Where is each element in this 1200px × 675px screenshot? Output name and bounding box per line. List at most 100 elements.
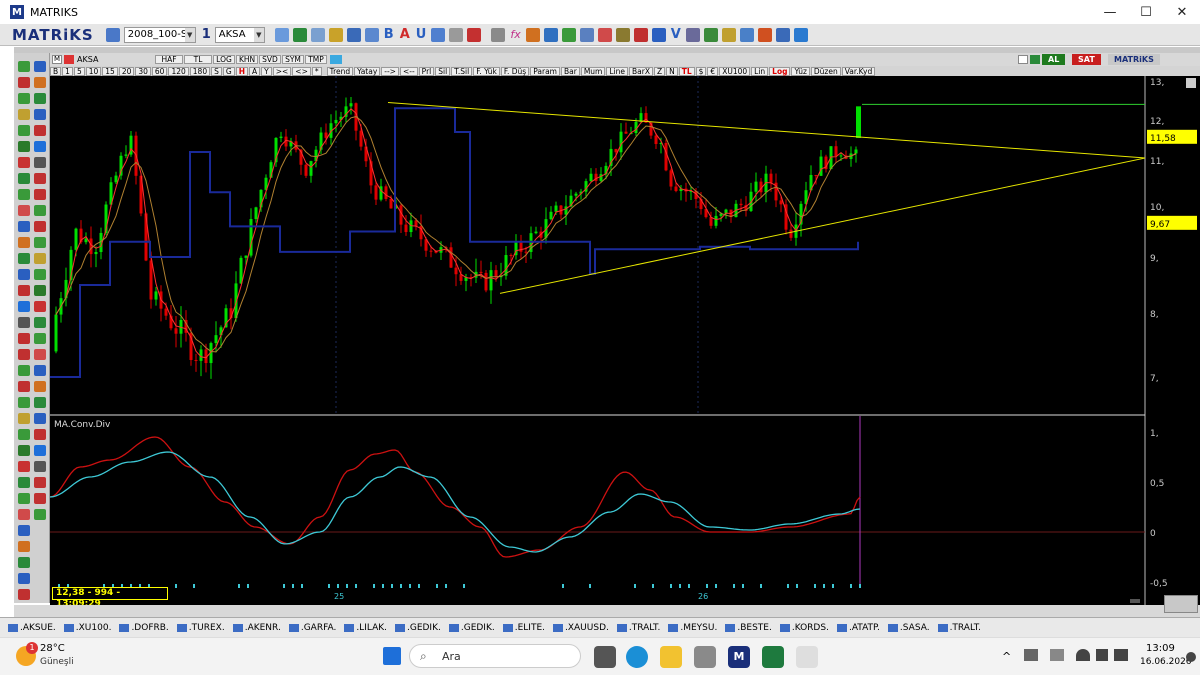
www-icon[interactable] bbox=[449, 27, 464, 42]
sidebar-tool-icon[interactable] bbox=[34, 109, 46, 120]
money-icon[interactable] bbox=[703, 27, 718, 42]
symbol-tab[interactable]: .TRALT. bbox=[937, 623, 981, 633]
twitter-icon[interactable] bbox=[330, 55, 342, 64]
period-14[interactable]: Y bbox=[261, 66, 272, 76]
v-icon[interactable]: V bbox=[671, 27, 681, 42]
notification-icon[interactable] bbox=[1186, 652, 1196, 662]
tmp-button[interactable]: TMP bbox=[305, 55, 327, 64]
excel-app-icon[interactable] bbox=[762, 646, 784, 668]
sidebar-tool-icon[interactable] bbox=[18, 509, 30, 520]
sidebar-tool-icon[interactable] bbox=[34, 141, 46, 152]
tool-1[interactable]: Yatay bbox=[354, 66, 381, 76]
sidebar-tool-icon[interactable] bbox=[34, 205, 46, 216]
tool-21[interactable]: Log bbox=[769, 66, 791, 76]
sidebar-tool-icon[interactable] bbox=[34, 269, 46, 280]
macd-chart[interactable]: MA.Conv.Div 1, 0,5 0 -0,5 25 26 bbox=[50, 416, 1200, 606]
sidebar-tool-icon[interactable] bbox=[34, 189, 46, 200]
sidebar-tool-icon[interactable] bbox=[18, 589, 30, 600]
scroll-handle[interactable] bbox=[1130, 599, 1140, 603]
indicator-icon[interactable] bbox=[491, 27, 506, 42]
fx-icon[interactable]: fx bbox=[510, 28, 520, 41]
sidebar-tool-icon[interactable] bbox=[18, 189, 30, 200]
period-2[interactable]: 5 bbox=[73, 66, 85, 76]
phone-icon[interactable] bbox=[775, 27, 790, 42]
clock-icon[interactable] bbox=[328, 27, 343, 42]
svd-button[interactable]: SVD bbox=[259, 55, 281, 64]
period-7[interactable]: 60 bbox=[151, 66, 168, 76]
sidebar-tool-icon[interactable] bbox=[18, 477, 30, 488]
period-17[interactable]: * bbox=[311, 66, 322, 76]
tool-11[interactable]: Mum bbox=[580, 66, 606, 76]
sidebar-tool-icon[interactable] bbox=[18, 221, 30, 232]
tool-24[interactable]: Var.Kyd bbox=[841, 66, 876, 76]
sidebar-tool-icon[interactable] bbox=[18, 253, 30, 264]
chart-area[interactable]: 13, 12, 11, 10, 9, 8, 7, 11,58 9,67 MA.Conv.Div 1… bbox=[50, 76, 1200, 606]
tool-18[interactable]: € bbox=[707, 66, 719, 76]
tool-16[interactable]: TL bbox=[678, 66, 695, 76]
tool-23[interactable]: Düzen bbox=[810, 66, 841, 76]
sidebar-tool-icon[interactable] bbox=[34, 381, 46, 392]
sidebar-tool-icon[interactable] bbox=[18, 301, 30, 312]
sidebar-tool-icon[interactable] bbox=[18, 317, 30, 328]
layout-icon[interactable] bbox=[105, 27, 120, 42]
sidebar-tool-icon[interactable] bbox=[34, 237, 46, 248]
keyboard-icon[interactable] bbox=[1050, 649, 1064, 661]
chart-app-icon[interactable] bbox=[796, 646, 818, 668]
b-icon[interactable]: B bbox=[384, 27, 394, 42]
sidebar-tool-icon[interactable] bbox=[18, 93, 30, 104]
portfolio-icon[interactable] bbox=[597, 27, 612, 42]
sidebar-tool-icon[interactable] bbox=[18, 173, 30, 184]
tool-8[interactable]: F. Düş bbox=[500, 66, 530, 76]
refresh-icon[interactable] bbox=[310, 27, 325, 42]
sidebar-tool-icon[interactable] bbox=[34, 429, 46, 440]
sidebar-tool-icon[interactable] bbox=[18, 413, 30, 424]
sidebar-tool-icon[interactable] bbox=[34, 221, 46, 232]
period-16[interactable]: <> bbox=[292, 66, 311, 76]
symbol-tab[interactable]: .AKENR. bbox=[232, 623, 281, 633]
sidebar-tool-icon[interactable] bbox=[34, 333, 46, 344]
symbol-tab[interactable]: .LILAK. bbox=[344, 623, 387, 633]
maximize-button[interactable]: ☐ bbox=[1128, 0, 1164, 24]
sidebar-tool-icon[interactable] bbox=[34, 61, 46, 72]
battery-icon[interactable] bbox=[1114, 649, 1128, 661]
watch-icon[interactable] bbox=[431, 27, 446, 42]
calc-icon[interactable] bbox=[364, 27, 379, 42]
sidebar-tool-icon[interactable] bbox=[18, 461, 30, 472]
symbol-tab[interactable]: .DOFRB. bbox=[119, 623, 169, 633]
tool-22[interactable]: Yüz bbox=[791, 66, 810, 76]
period-6[interactable]: 30 bbox=[135, 66, 151, 76]
sidebar-tool-icon[interactable] bbox=[34, 509, 46, 520]
log-button[interactable]: LOG bbox=[213, 55, 235, 64]
sidebar-tool-icon[interactable] bbox=[18, 541, 30, 552]
excel-export-icon[interactable] bbox=[1030, 55, 1040, 64]
sidebar-tool-icon[interactable] bbox=[18, 269, 30, 280]
symbol-tab[interactable]: .ATATP. bbox=[836, 623, 880, 633]
scroll-up-icon[interactable] bbox=[1186, 78, 1196, 88]
symbol-tab[interactable]: .TUREX. bbox=[176, 623, 225, 633]
chart-type-icon[interactable] bbox=[64, 55, 74, 64]
bell-icon[interactable] bbox=[721, 27, 736, 42]
sidebar-tool-icon[interactable] bbox=[34, 173, 46, 184]
sidebar-tool-icon[interactable] bbox=[18, 237, 30, 248]
depth-icon[interactable] bbox=[579, 27, 594, 42]
sidebar-tool-icon[interactable] bbox=[18, 397, 30, 408]
symbol-tab[interactable]: .KORDS. bbox=[779, 623, 829, 633]
minimize-button[interactable]: — bbox=[1092, 0, 1128, 24]
user-icon[interactable] bbox=[685, 27, 700, 42]
tl-button[interactable]: TL bbox=[184, 55, 212, 64]
report-icon[interactable] bbox=[615, 27, 630, 42]
matriks-app-icon[interactable]: M bbox=[728, 646, 750, 668]
period-9[interactable]: 180 bbox=[189, 66, 211, 76]
haf-button[interactable]: HAF bbox=[155, 55, 183, 64]
period-3[interactable]: 10 bbox=[85, 66, 102, 76]
sidebar-tool-icon[interactable] bbox=[34, 461, 46, 472]
sidebar-tool-icon[interactable] bbox=[18, 141, 30, 152]
chart-menu-icon[interactable]: M bbox=[52, 55, 62, 64]
symbol-tab[interactable]: .SASA. bbox=[887, 623, 930, 633]
sidebar-tool-icon[interactable] bbox=[18, 109, 30, 120]
sidebar-tool-icon[interactable] bbox=[18, 125, 30, 136]
tool-4[interactable]: Prl bbox=[418, 66, 435, 76]
sidebar-tool-icon[interactable] bbox=[18, 429, 30, 440]
period-0[interactable]: B bbox=[50, 66, 62, 76]
tool-7[interactable]: F. Yük bbox=[473, 66, 500, 76]
